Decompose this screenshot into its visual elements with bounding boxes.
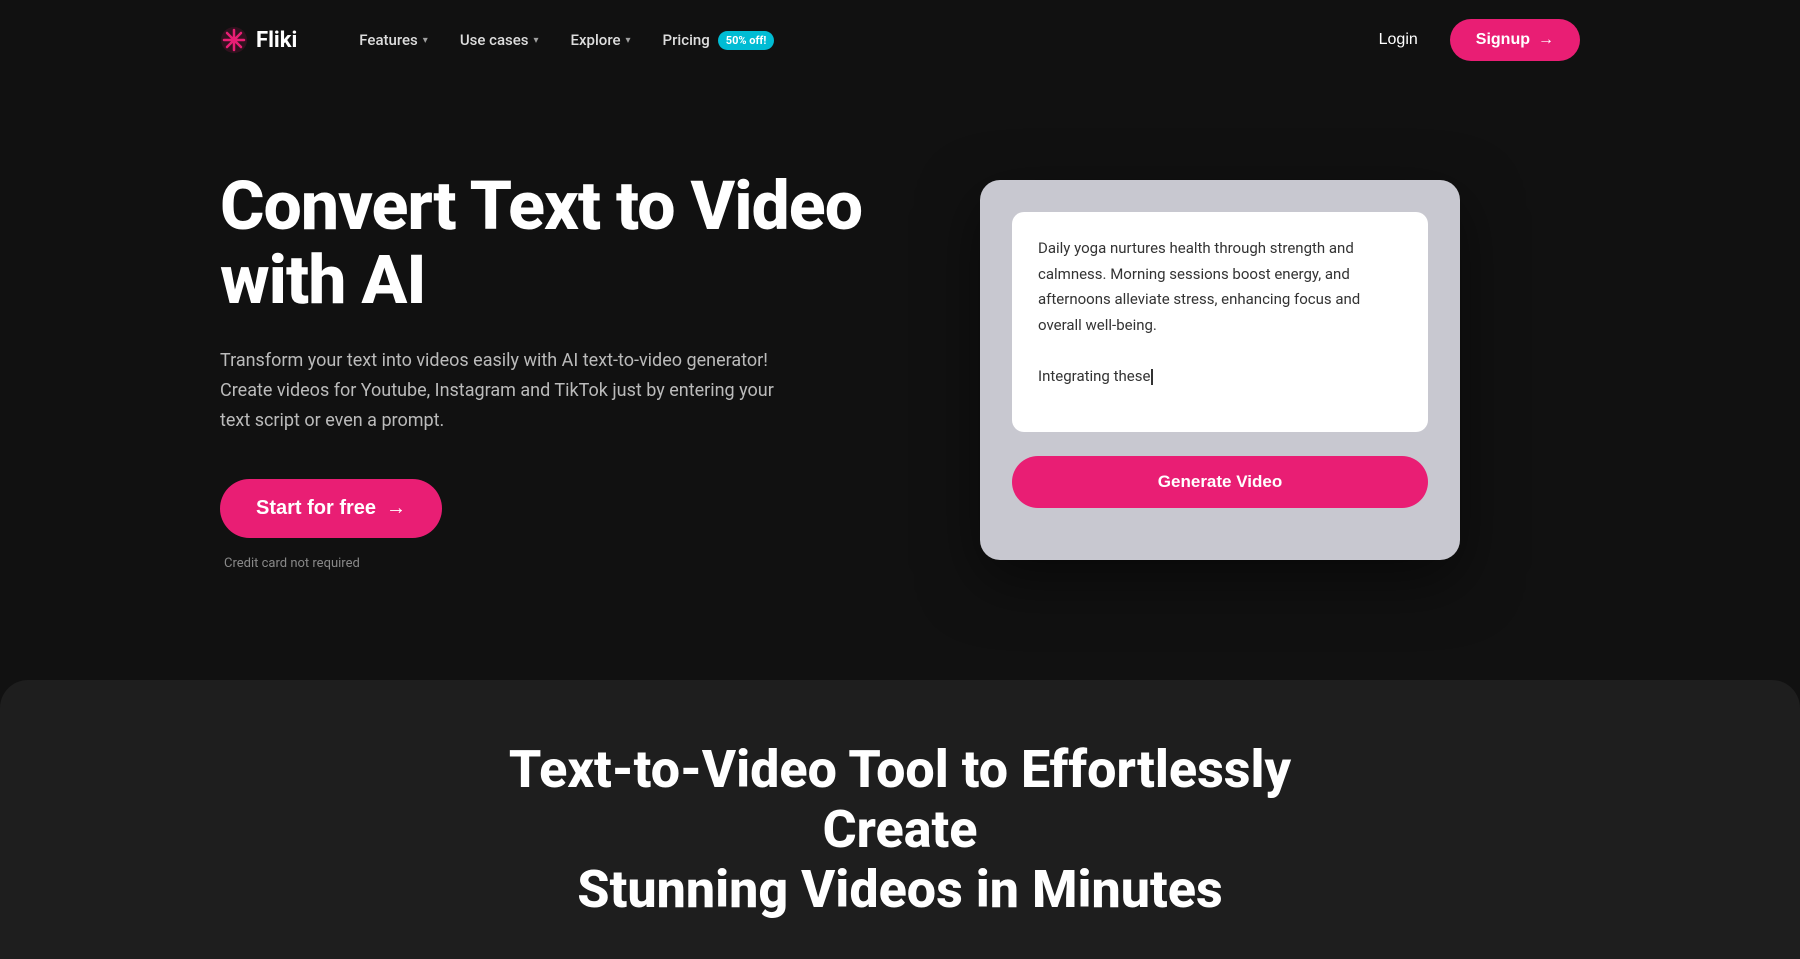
nav-features[interactable]: Features ▾ [345, 23, 442, 57]
logo[interactable]: Fliki [220, 26, 297, 54]
demo-textarea[interactable]: Daily yoga nurtures health through stren… [1012, 212, 1428, 432]
hero-right: Daily yoga nurtures health through stren… [980, 180, 1460, 560]
bottom-title: Text-to-Video Tool to Effortlessly Creat… [500, 740, 1300, 919]
fliki-logo-icon [220, 26, 248, 54]
discount-badge: 50% off! [718, 31, 775, 50]
hero-section: Convert Text to Video with AI Transform … [0, 80, 1800, 680]
generate-video-button[interactable]: Generate Video [1012, 456, 1428, 508]
chevron-down-icon: ▾ [534, 35, 539, 46]
cursor-icon [1151, 369, 1153, 385]
hero-left: Convert Text to Video with AI Transform … [220, 169, 900, 572]
arrow-icon: → [1538, 31, 1554, 49]
start-for-free-button[interactable]: Start for free → [220, 479, 442, 538]
nav-pricing[interactable]: Pricing 50% off! [649, 23, 789, 58]
hero-subtitle: Transform your text into videos easily w… [220, 346, 780, 435]
hero-title: Convert Text to Video with AI [220, 169, 900, 319]
signup-button[interactable]: Signup → [1450, 19, 1580, 61]
arrow-icon: → [386, 497, 406, 520]
demo-card: Daily yoga nurtures health through stren… [980, 180, 1460, 560]
nav-links: Features ▾ Use cases ▾ Explore ▾ Pricing… [345, 23, 1366, 58]
demo-text-content: Daily yoga nurtures health through stren… [1038, 236, 1402, 389]
hero-cta-wrapper: Start for free → Credit card not require… [220, 479, 900, 571]
chevron-down-icon: ▾ [626, 35, 631, 46]
chevron-down-icon: ▾ [423, 35, 428, 46]
navbar: Fliki Features ▾ Use cases ▾ Explore ▾ P… [0, 0, 1800, 80]
nav-explore[interactable]: Explore ▾ [557, 23, 645, 57]
nav-right: Login Signup → [1367, 19, 1580, 61]
login-button[interactable]: Login [1367, 23, 1430, 57]
bottom-section: Text-to-Video Tool to Effortlessly Creat… [0, 680, 1800, 959]
nav-use-cases[interactable]: Use cases ▾ [446, 23, 553, 57]
credit-note: Credit card not required [224, 556, 360, 571]
logo-text: Fliki [256, 28, 297, 53]
